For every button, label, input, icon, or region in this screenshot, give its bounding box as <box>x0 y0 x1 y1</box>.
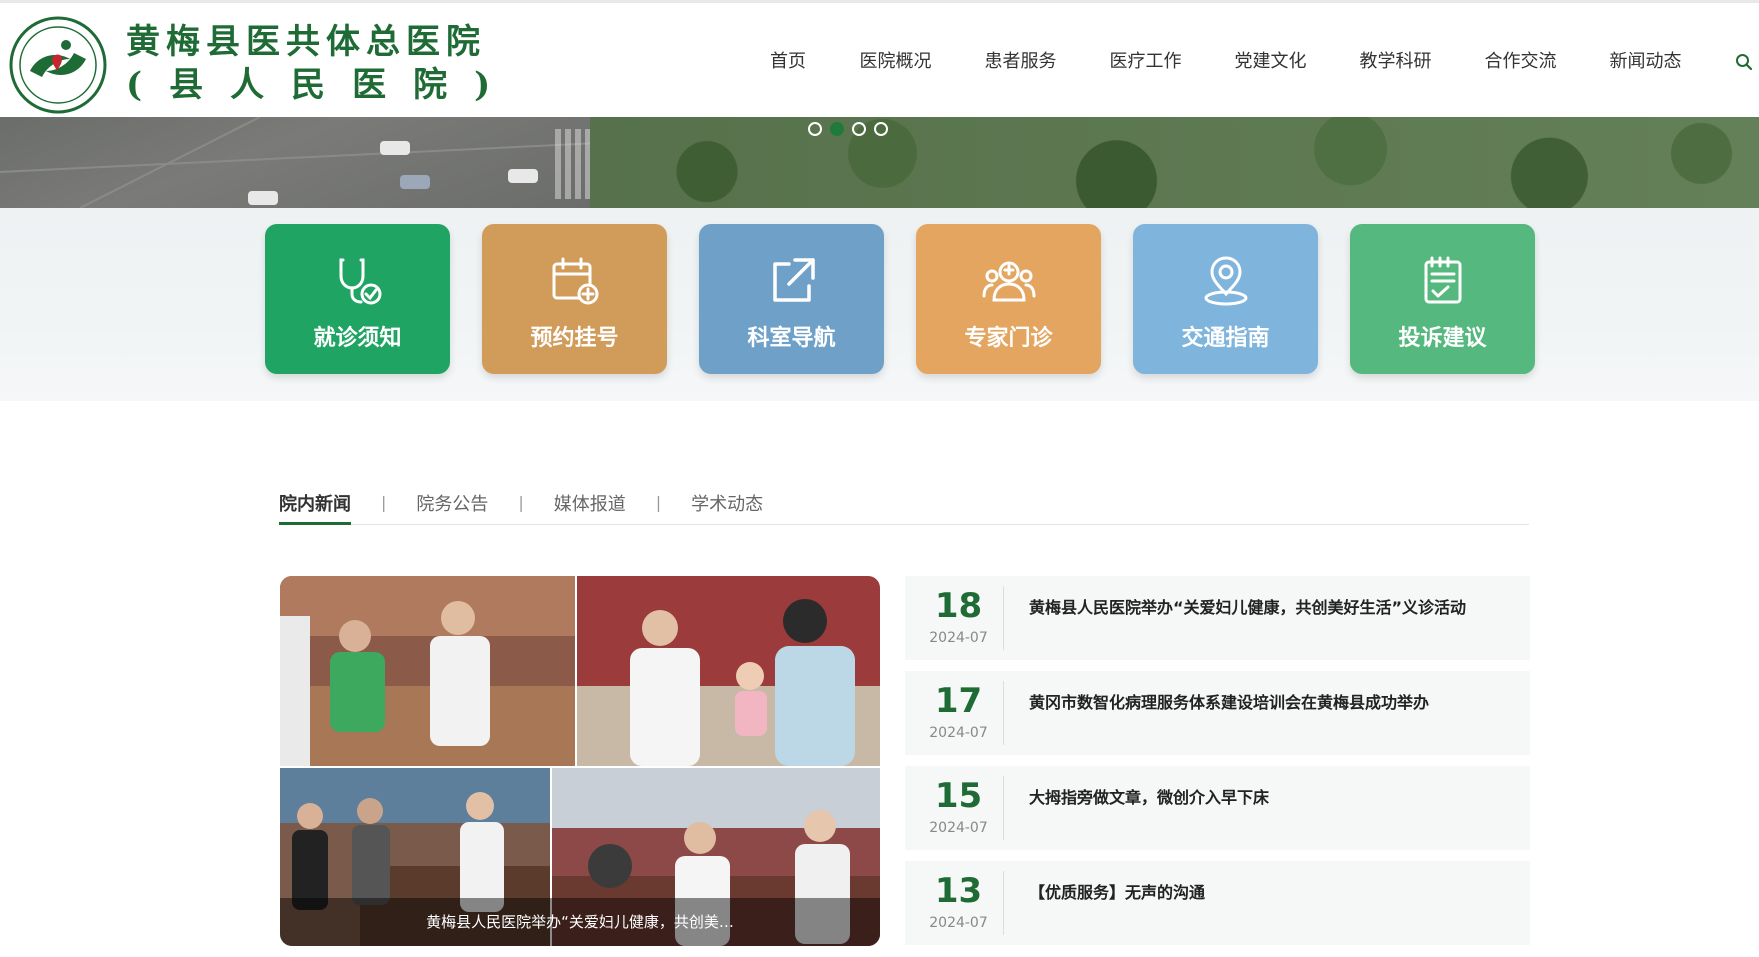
quick-link-department-nav[interactable]: 科室导航 <box>699 224 884 374</box>
news-item[interactable]: 13 2024-07 【优质服务】无声的沟通 <box>905 861 1530 945</box>
news-year-month: 2024-07 <box>929 820 988 836</box>
tab-academic-news[interactable]: 学术动态 <box>691 490 763 525</box>
quick-link-appointment[interactable]: 预约挂号 <box>482 224 667 374</box>
nav-item-teaching-research[interactable]: 教学科研 <box>1333 47 1458 77</box>
quick-link-label: 科室导航 <box>747 326 836 351</box>
featured-news-image[interactable]: 黄梅县人民医院举办“关爱妇儿健康，共创美… <box>280 576 880 946</box>
news-title[interactable]: 黄梅县人民医院举办“关爱妇儿健康，共创美好生活”义诊活动 <box>1029 594 1466 618</box>
quick-link-traffic-guide[interactable]: 交通指南 <box>1133 224 1318 374</box>
banner-dot-2[interactable] <box>830 122 844 136</box>
banner-car <box>400 175 430 189</box>
banner-car <box>508 169 538 183</box>
nav-item-patient-services[interactable]: 患者服务 <box>958 47 1083 77</box>
news-divider <box>1003 871 1004 935</box>
news-day: 13 <box>934 871 983 911</box>
news-item[interactable]: 17 2024-07 黄冈市数智化病理服务体系建设培训会在黄梅县成功举办 <box>905 671 1530 755</box>
news-day: 15 <box>934 776 983 816</box>
news-year-month: 2024-07 <box>929 725 988 741</box>
news-title[interactable]: 大拇指旁做文章，微创介入早下床 <box>1029 784 1269 808</box>
banner-road-area <box>0 117 621 208</box>
tab-separator: | <box>518 493 524 512</box>
hospital-name-line2: (县人民医院) <box>126 65 518 105</box>
news-item[interactable]: 18 2024-07 黄梅县人民医院举办“关爱妇儿健康，共创美好生活”义诊活动 <box>905 576 1530 660</box>
clipboard-check-icon <box>1416 254 1470 308</box>
nav-item-medical-work[interactable]: 医疗工作 <box>1083 47 1208 77</box>
tab-hospital-news[interactable]: 院内新闻 <box>279 490 351 525</box>
quick-link-label: 就诊须知 <box>313 326 402 351</box>
news-divider <box>1003 776 1004 840</box>
tab-separator: | <box>655 493 662 512</box>
banner-trees-area <box>590 117 1759 208</box>
news-day: 18 <box>934 586 983 626</box>
news-day: 17 <box>934 681 983 721</box>
main-nav: 首页 医院概况 患者服务 医疗工作 党建文化 教学科研 合作交流 新闻动态 <box>745 47 1708 77</box>
tab-media-reports[interactable]: 媒体报道 <box>554 490 626 525</box>
news-list: 18 2024-07 黄梅县人民医院举办“关爱妇儿健康，共创美好生活”义诊活动 … <box>905 576 1530 956</box>
hospital-name-line1: 黄梅县医共体总医院 <box>126 22 486 62</box>
quick-link-visit-guide[interactable]: 就诊须知 <box>265 224 450 374</box>
external-link-icon <box>765 254 819 308</box>
news-year-month: 2024-07 <box>929 630 988 646</box>
quick-link-label: 投诉建议 <box>1398 326 1487 351</box>
banner-car <box>248 191 278 205</box>
tab-hospital-announcements[interactable]: 院务公告 <box>416 490 488 525</box>
news-divider <box>1003 586 1004 650</box>
nav-item-news[interactable]: 新闻动态 <box>1583 47 1708 77</box>
news-title[interactable]: 【优质服务】无声的沟通 <box>1029 879 1205 903</box>
doctors-icon <box>982 254 1036 308</box>
news-divider <box>1003 681 1004 745</box>
nav-item-cooperation[interactable]: 合作交流 <box>1458 47 1583 77</box>
calendar-plus-icon <box>548 254 602 308</box>
search-icon[interactable] <box>1735 53 1753 71</box>
nav-item-home[interactable]: 首页 <box>745 47 833 77</box>
news-year-month: 2024-07 <box>929 915 988 931</box>
featured-news-caption[interactable]: 黄梅县人民医院举办“关爱妇儿健康，共创美… <box>280 898 880 946</box>
quick-link-label: 专家门诊 <box>964 326 1053 351</box>
stethoscope-icon <box>331 254 385 308</box>
banner-dot-1[interactable] <box>808 122 822 136</box>
news-item[interactable]: 15 2024-07 大拇指旁做文章，微创介入早下床 <box>905 766 1530 850</box>
quick-link-expert-clinic[interactable]: 专家门诊 <box>916 224 1101 374</box>
map-pin-icon <box>1199 254 1253 308</box>
banner-dot-3[interactable] <box>852 122 866 136</box>
banner-pagination <box>808 122 888 136</box>
site-header: 黄梅县医共体总医院 (县人民医院) 首页 医院概况 患者服务 医疗工作 党建文化… <box>0 0 1759 117</box>
nav-item-party-culture[interactable]: 党建文化 <box>1208 47 1333 77</box>
quick-link-label: 交通指南 <box>1181 326 1270 351</box>
news-title[interactable]: 黄冈市数智化病理服务体系建设培训会在黄梅县成功举办 <box>1029 689 1429 713</box>
hospital-name[interactable]: 黄梅县医共体总医院 (县人民医院) <box>126 21 517 107</box>
banner-car <box>380 141 410 155</box>
news-tabs: 院内新闻 | 院务公告 | 媒体报道 | 学术动态 <box>279 490 1529 525</box>
quick-link-complaints[interactable]: 投诉建议 <box>1350 224 1535 374</box>
tab-separator: | <box>381 493 387 512</box>
hospital-logo[interactable] <box>8 15 108 115</box>
banner-dot-4[interactable] <box>874 122 888 136</box>
quick-link-label: 预约挂号 <box>530 326 619 351</box>
nav-item-overview[interactable]: 医院概况 <box>833 47 958 77</box>
